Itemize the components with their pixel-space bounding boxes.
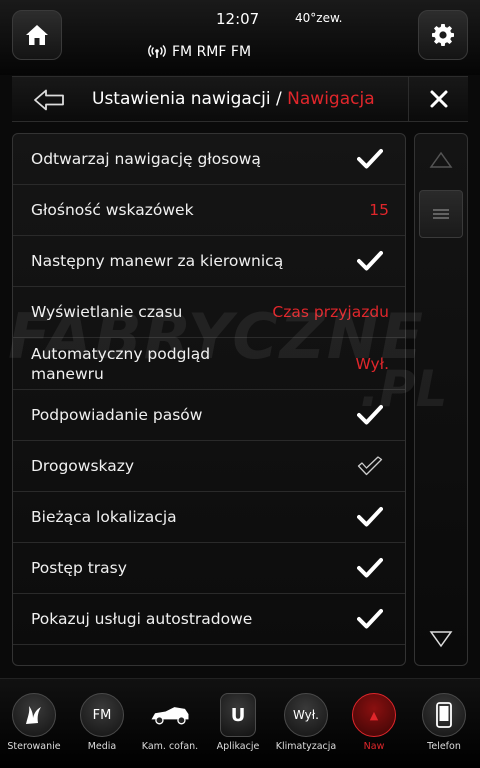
settings-list: Odtwarzaj nawigację głosową Głośność wsk… (12, 133, 406, 666)
outside-temperature: 40°zew. (295, 11, 343, 25)
gear-icon (432, 24, 454, 46)
navigation-icon: ▲ (352, 693, 396, 737)
clock: 12:07 (216, 10, 260, 28)
setting-road-signs[interactable]: Drogowskazy (13, 441, 405, 492)
close-icon (430, 90, 447, 108)
setting-label: Głośność wskazówek (31, 201, 194, 219)
setting-label: Drogowskazy (31, 457, 135, 475)
setting-lane-guidance[interactable]: Podpowiadanie pasów (13, 390, 405, 441)
setting-highway-services[interactable]: Pokazuj usługi autostradowe (13, 594, 405, 645)
checkmark-icon[interactable] (357, 608, 383, 630)
scroll-down-button[interactable] (415, 613, 467, 665)
checkmark-icon[interactable] (357, 506, 383, 528)
nav-label: Telefon (427, 741, 461, 752)
scroll-thumb[interactable] (419, 190, 463, 238)
checkmark-icon[interactable] (357, 557, 383, 579)
setting-label: Następny manewr za kierownicą (31, 252, 284, 270)
checkmark-outline-icon[interactable] (357, 455, 383, 477)
close-button[interactable] (408, 77, 468, 121)
settings-button[interactable] (418, 10, 468, 60)
nav-navigation[interactable]: ▲ Naw (340, 687, 408, 767)
radio-station-label: FM RMF FM (172, 44, 252, 60)
nav-label: Sterowanie (7, 741, 61, 752)
fm-icon: FM (80, 693, 124, 737)
setting-voice-navigation[interactable]: Odtwarzaj nawigację głosową (13, 134, 405, 185)
setting-label: Bieżąca lokalizacja (31, 508, 177, 526)
nav-media[interactable]: FM Media (68, 687, 136, 767)
grip-icon (433, 209, 449, 219)
climate-icon: Wył. (284, 693, 328, 737)
setting-value: 15 (369, 201, 389, 219)
setting-current-location[interactable]: Bieżąca lokalizacja (13, 492, 405, 543)
back-arrow-icon (34, 89, 64, 111)
nav-apps[interactable]: U Aplikacje (204, 687, 272, 767)
nav-phone[interactable]: Telefon (410, 687, 478, 767)
home-icon (26, 25, 48, 45)
setting-route-progress[interactable]: Postęp trasy (13, 543, 405, 594)
nav-controls[interactable]: Sterowanie (0, 687, 68, 767)
setting-label: Odtwarzaj nawigację głosową (31, 150, 261, 168)
apps-icon: U (220, 693, 256, 737)
setting-next-maneuver-cluster[interactable]: Następny manewr za kierownicą (13, 236, 405, 287)
rear-camera-icon (148, 693, 192, 737)
radio-signal-icon (148, 45, 166, 58)
page-title-accent: Nawigacja (287, 89, 375, 109)
watermark-domain: .PL (360, 360, 448, 418)
nav-rear-camera[interactable]: Kam. cofan. (136, 687, 204, 767)
bottom-nav: Sterowanie FM Media Kam. cofan. U Aplika… (0, 678, 480, 768)
checkmark-icon[interactable] (357, 250, 383, 272)
setting-label: Pokazuj usługi autostradowe (31, 610, 253, 628)
scroll-up-button[interactable] (415, 134, 467, 186)
home-button[interactable] (12, 10, 62, 60)
steering-icon (12, 693, 56, 737)
setting-prompt-volume[interactable]: Głośność wskazówek 15 (13, 185, 405, 236)
title-bar: Ustawienia nawigacji / Nawigacja (12, 76, 468, 122)
setting-label: Podpowiadanie pasów (31, 406, 203, 424)
nav-climate[interactable]: Wył. Klimatyzacja (272, 687, 340, 767)
phone-icon (422, 693, 466, 737)
nav-label: Klimatyzacja (275, 741, 337, 752)
nav-label: Naw (363, 741, 385, 752)
triangle-up-icon (429, 151, 453, 168)
back-button[interactable] (32, 86, 66, 114)
page-title: Ustawienia nawigacji / Nawigacja (92, 89, 375, 109)
nav-label: Aplikacje (216, 741, 260, 752)
triangle-down-icon (429, 631, 453, 648)
page-title-main: Ustawienia nawigacji / (92, 89, 288, 109)
radio-station[interactable]: FM RMF FM (148, 44, 251, 60)
checkmark-icon[interactable] (357, 148, 383, 170)
status-bar: 12:07 40°zew. FM RMF FM (0, 0, 480, 75)
setting-label: Postęp trasy (31, 559, 127, 577)
nav-label: Media (87, 741, 117, 752)
nav-label: Kam. cofan. (141, 741, 199, 752)
